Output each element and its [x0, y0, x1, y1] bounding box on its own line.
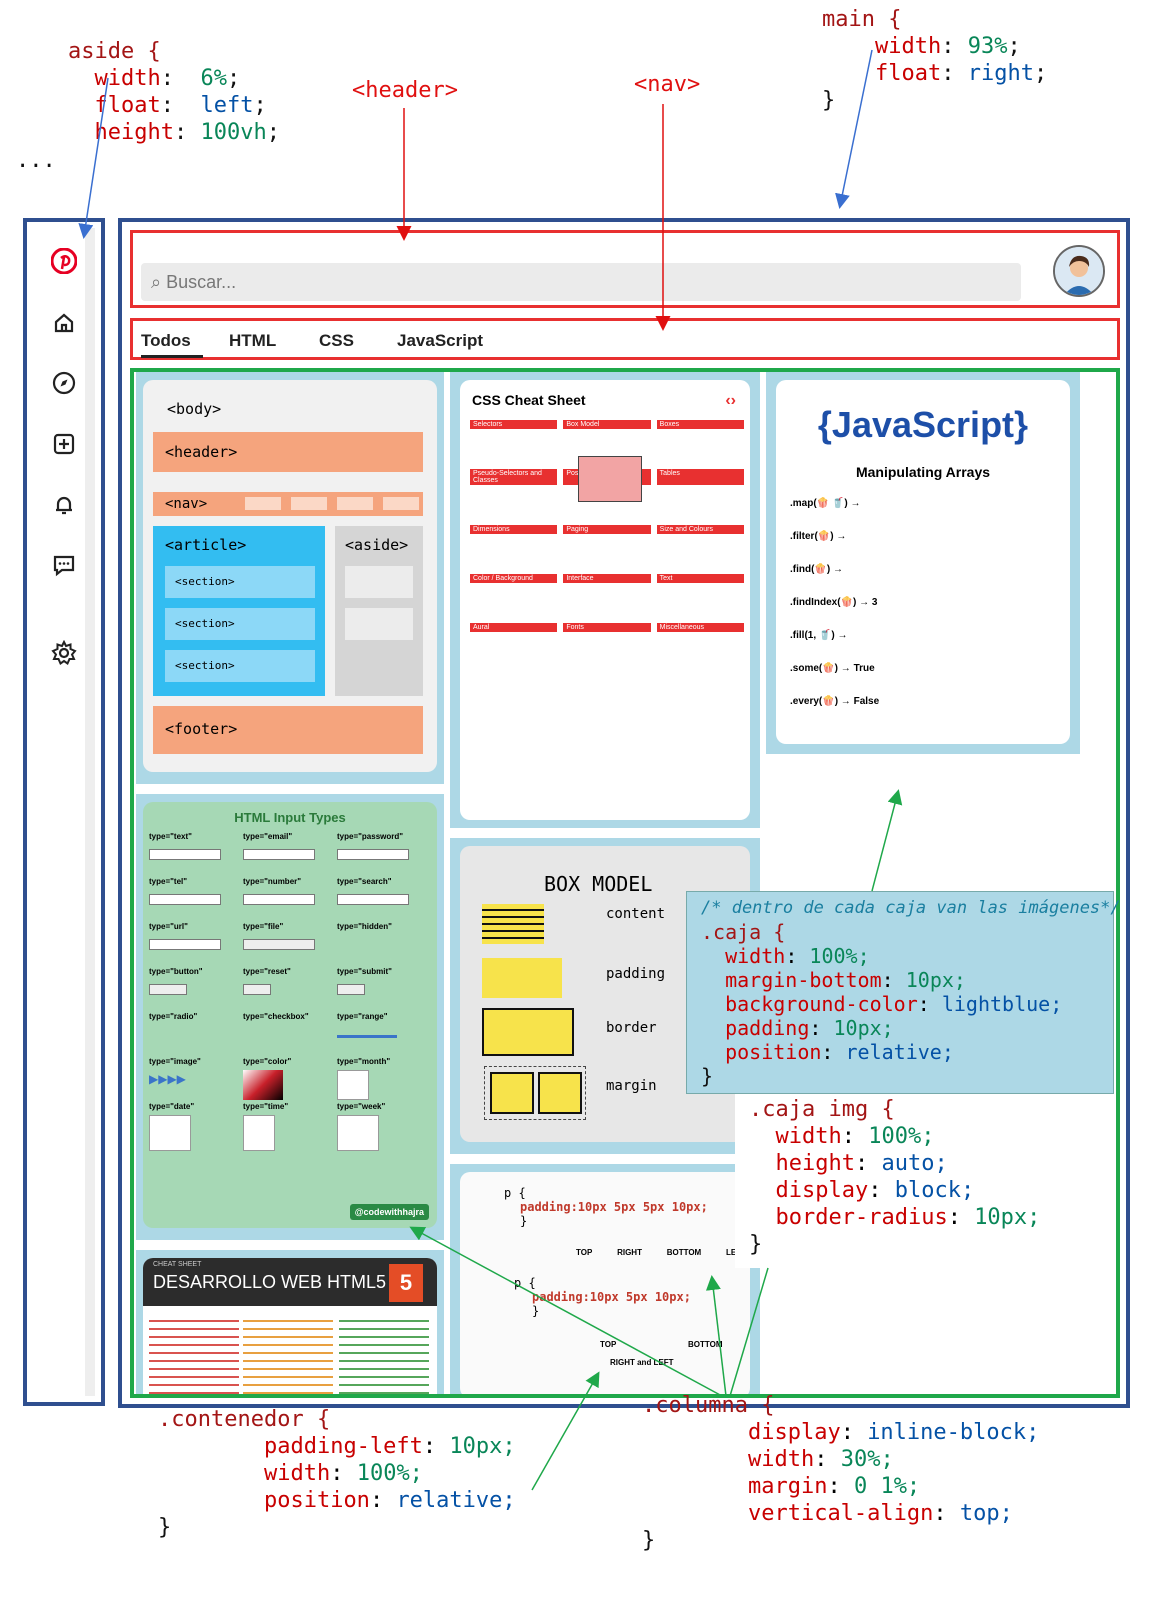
js-subtitle: Manipulating Arrays	[855, 464, 991, 480]
html-inputs-image[interactable]: HTML Input Types type="text" type="email…	[143, 802, 437, 1228]
main-close: }	[822, 88, 836, 113]
caja-rule-note: /* dentro de cada caja van las imágenes*…	[686, 891, 1121, 1094]
html5-image[interactable]: CHEAT SHEET DESARROLLO WEB HTML5 5	[143, 1258, 437, 1394]
add-square-icon[interactable]	[49, 429, 79, 459]
caja-comment: /* dentro de cada caja van las imágenes*…	[701, 898, 1121, 918]
padding-line-1: padding:10px 5px 5px 10px;	[520, 1200, 708, 1214]
caja-layout: <body> <header> <nav> <article> <section…	[136, 372, 444, 784]
aside-width-prop: width	[94, 66, 161, 91]
js-title: {JavaScript}	[817, 404, 1029, 445]
message-icon[interactable]	[49, 550, 79, 580]
padding-image[interactable]: p { padding:10px 5px 5px 10px; } TOP RIGH…	[460, 1172, 750, 1394]
caja-css-cheat: CSS Cheat Sheet ‹› Selectors Box Model B…	[450, 372, 760, 828]
aside-height-val: 100vh	[200, 120, 267, 145]
js-rows: .map(🍿 🥤) → .filter(🍿) → .find(🍿) → .fin…	[790, 498, 880, 707]
aside-scroll-strip	[85, 228, 95, 1396]
html-inputs-title: HTML Input Types	[234, 810, 346, 825]
padding-labels-1: TOPRIGHTBOTTOMLEFT	[576, 1248, 746, 1257]
ellipsis: ...	[16, 148, 56, 173]
aside-float-prop: float	[94, 93, 161, 118]
main-selector: main {	[822, 7, 902, 32]
js-arrays-image[interactable]: {JavaScript} Manipulating Arrays .map(🍿 …	[776, 380, 1070, 744]
caja-padding: p { padding:10px 5px 5px 10px; } TOP RIGH…	[450, 1164, 760, 1394]
aside-rule: aside { width: 6%; float: left; height: …	[68, 39, 280, 145]
aside-selector: aside {	[68, 39, 161, 64]
box-model-title: BOX MODEL	[544, 872, 653, 896]
home-icon[interactable]	[49, 308, 79, 338]
html-inputs-grid: type="text" type="email" type="password"…	[149, 832, 431, 1192]
layout-body: <body>	[167, 400, 222, 418]
pinterest-logo-icon[interactable]	[49, 246, 79, 276]
bell-icon[interactable]	[49, 490, 79, 520]
tab-todos[interactable]: Todos	[141, 331, 191, 351]
main-float-val: right	[967, 61, 1034, 86]
caja-img-selector: .caja img {	[749, 1097, 895, 1122]
search-input[interactable]: ⌕ Buscar...	[141, 263, 1021, 301]
caja-img-rule-note: .caja img { width: 100%; height: auto; d…	[735, 1094, 1075, 1268]
tab-html[interactable]: HTML	[229, 331, 276, 351]
layout-footer: <footer>	[153, 706, 423, 754]
tab-javascript[interactable]: JavaScript	[397, 331, 483, 351]
main-rule: main { width: 93%; float: right; }	[822, 7, 1048, 113]
header-box: ⌕ Buscar...	[130, 230, 1120, 308]
compass-icon[interactable]	[49, 368, 79, 398]
layout-header: <header>	[153, 432, 423, 472]
nav-label: <nav>	[634, 72, 701, 97]
css-cheat-image[interactable]: CSS Cheat Sheet ‹› Selectors Box Model B…	[460, 380, 750, 820]
html-inputs-credit: @codewithhajra	[349, 1204, 429, 1220]
main-float-prop: float	[874, 61, 942, 86]
caja-selector: .caja {	[701, 920, 786, 944]
aside-sidebar	[23, 218, 105, 1406]
caja-html5: CHEAT SHEET DESARROLLO WEB HTML5 5	[136, 1250, 444, 1394]
columna-rule: .columna { display: inline-block; width:…	[642, 1393, 1040, 1553]
html5-logo-icon: 5	[389, 1264, 423, 1302]
caja-js-arrays: {JavaScript} Manipulating Arrays .map(🍿 …	[766, 372, 1080, 754]
layout-aside: <aside>	[335, 526, 423, 696]
nav-box: Todos HTML CSS JavaScript	[130, 318, 1120, 360]
css-cheat-sections: Selectors Box Model Boxes Pseudo-Selecto…	[470, 420, 744, 632]
main-width-val: 93%	[967, 34, 1008, 59]
tab-css[interactable]: CSS	[319, 331, 354, 351]
main-width-prop: width	[874, 34, 942, 59]
aside-height-prop: height	[94, 120, 174, 145]
caja-html-inputs: HTML Input Types type="text" type="email…	[136, 794, 444, 1240]
css-cheat-title: CSS Cheat Sheet	[472, 392, 586, 408]
code-brackets-icon: ‹›	[725, 392, 736, 409]
avatar[interactable]	[1053, 245, 1105, 297]
layout-image[interactable]: <body> <header> <nav> <article> <section…	[143, 380, 437, 772]
aside-float-val: left	[200, 93, 254, 118]
html5-title: DESARROLLO WEB HTML5	[153, 1272, 387, 1292]
contenedor-rule: .contenedor { padding-left: 10px; width:…	[158, 1407, 516, 1540]
active-tab-underline	[141, 355, 203, 358]
settings-icon[interactable]	[49, 638, 79, 668]
aside-width-val: 6%	[200, 66, 227, 91]
layout-article: <article> <section> <section> <section>	[153, 526, 325, 696]
padding-line-2: padding:10px 5px 10px;	[532, 1290, 691, 1304]
layout-nav: <nav>	[153, 492, 423, 516]
header-label: <header>	[352, 78, 458, 103]
